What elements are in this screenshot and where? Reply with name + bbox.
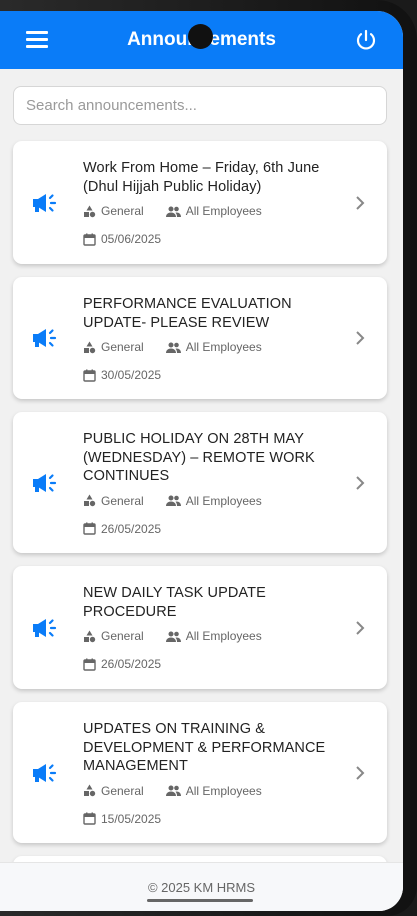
- menu-icon[interactable]: [26, 31, 48, 48]
- app-screen: Announcements Work From Home – Friday, 6…: [0, 11, 403, 911]
- camera-cutout: [188, 24, 213, 49]
- people-icon: [165, 206, 181, 217]
- search-input[interactable]: [13, 86, 387, 125]
- category-label: General: [101, 493, 144, 508]
- home-indicator[interactable]: [147, 899, 253, 902]
- calendar-icon: [83, 812, 96, 825]
- chevron-right-icon: [356, 195, 365, 210]
- announcement-card[interactable]: PERFORMANCE EVALUATION UPDATE- PLEASE RE…: [13, 277, 387, 399]
- audience-label: All Employees: [185, 629, 262, 643]
- category-label: General: [101, 629, 144, 643]
- app-header: Announcements: [0, 11, 403, 69]
- announcement-card[interactable]: PUBLIC HOLIDAY ON 28TH MAY (WEDNESDAY) –…: [13, 412, 387, 553]
- category-label: General: [101, 783, 144, 798]
- calendar-icon: [83, 233, 96, 246]
- category-icon: [84, 205, 96, 217]
- chevron-right-icon: [356, 475, 365, 490]
- footer-text: © 2025 KM HRMS: [147, 880, 256, 895]
- megaphone-icon: [33, 763, 57, 782]
- chevron-right-icon: [356, 620, 365, 635]
- category-icon: [84, 630, 96, 642]
- chevron-right-icon: [356, 331, 365, 345]
- people-icon: [165, 785, 181, 796]
- category-label: General: [101, 204, 144, 218]
- date-label: 26/05/2025: [101, 657, 162, 671]
- announcement-title: Work From Home – Friday, 6th June (Dhul …: [83, 160, 320, 195]
- announcement-title: PUBLIC HOLIDAY ON 28TH MAY (WEDNESDAY) –…: [83, 431, 315, 484]
- announcement-card[interactable]: Work From Home – Friday, 6th June (Dhul …: [13, 141, 387, 264]
- announcement-card[interactable]: UPDATES ON TRAINING & DEVELOPMENT & PERF…: [13, 702, 387, 843]
- category-icon: [84, 341, 96, 353]
- people-icon: [165, 342, 181, 353]
- megaphone-icon: [33, 329, 57, 347]
- announcement-title: NEW DAILY TASK UPDATE PROCEDURE: [83, 585, 266, 620]
- date-label: 15/05/2025: [101, 811, 162, 826]
- people-icon: [165, 495, 181, 506]
- category-label: General: [101, 340, 144, 354]
- megaphone-icon: [33, 193, 57, 212]
- announcement-title: PERFORMANCE EVALUATION UPDATE- PLEASE RE…: [83, 296, 292, 331]
- audience-label: All Employees: [185, 493, 262, 508]
- audience-label: All Employees: [185, 340, 262, 354]
- date-label: 26/05/2025: [101, 521, 162, 536]
- people-icon: [165, 631, 181, 642]
- megaphone-icon: [33, 618, 57, 637]
- calendar-icon: [83, 522, 96, 535]
- category-icon: [84, 494, 96, 507]
- chevron-right-icon: [356, 765, 365, 780]
- audience-label: All Employees: [185, 204, 262, 218]
- megaphone-icon: [33, 473, 57, 492]
- announcement-card[interactable]: NEW DAILY TASK UPDATE PROCEDURE General …: [13, 566, 387, 689]
- power-icon[interactable]: [354, 28, 378, 52]
- calendar-icon: [83, 369, 96, 382]
- calendar-icon: [83, 658, 96, 671]
- date-label: 30/05/2025: [101, 368, 162, 382]
- audience-label: All Employees: [185, 783, 262, 798]
- announcement-title: UPDATES ON TRAINING & DEVELOPMENT & PERF…: [83, 721, 326, 774]
- footer: © 2025 KM HRMS: [0, 862, 403, 911]
- date-label: 05/06/2025: [101, 232, 162, 246]
- category-icon: [84, 784, 96, 797]
